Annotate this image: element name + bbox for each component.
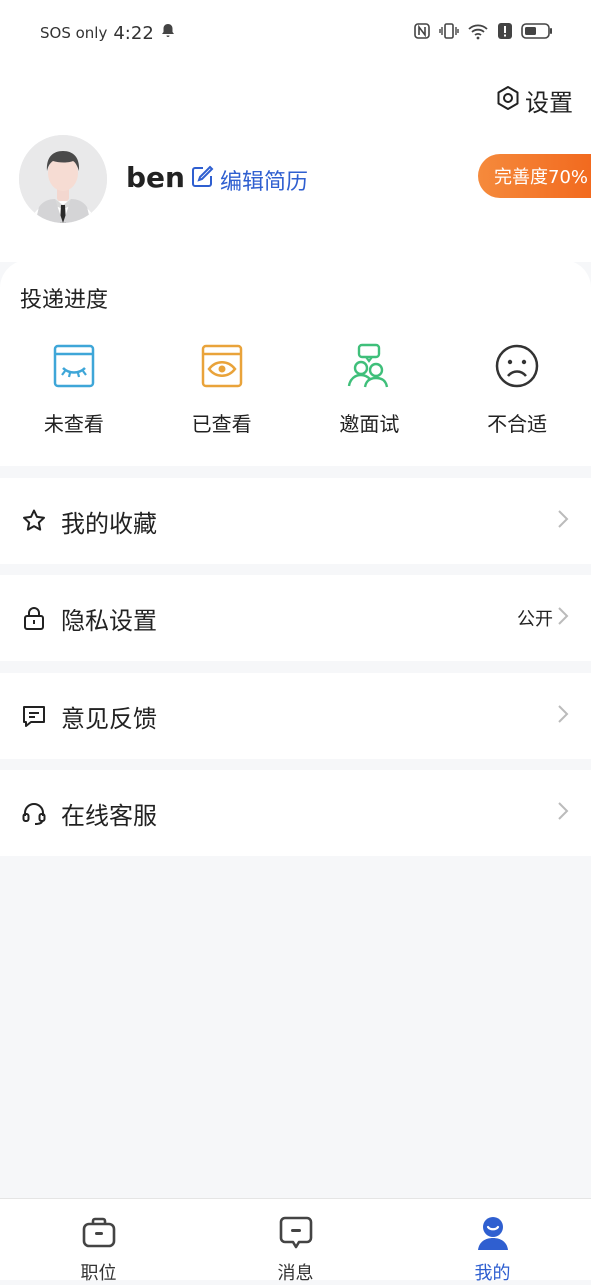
progress-label-unsuitable: 不合适 <box>487 412 548 436</box>
progress-items: 未查看 已查看 邀面试 不合适 <box>0 342 591 437</box>
settings-button[interactable]: 设置 <box>495 83 573 118</box>
menu-right-feedback <box>557 704 569 729</box>
chat-icon <box>278 1215 314 1255</box>
delivery-progress-card: 投递进度 未查看 已查看 邀面试 不合适 <box>0 260 591 466</box>
progress-item-unviewed[interactable]: 未查看 <box>0 342 148 437</box>
profile-header: 设置 ben 编辑简历 完善度70% <box>0 66 591 262</box>
chevron-right-icon <box>557 509 569 534</box>
status-right <box>413 22 553 44</box>
eye-open-icon <box>198 342 246 394</box>
progress-label-interview: 邀面试 <box>339 412 400 436</box>
completeness-badge[interactable]: 完善度70% <box>478 154 591 198</box>
menu-label-favorites: 我的收藏 <box>61 509 157 538</box>
headset-icon <box>20 799 48 827</box>
nav-item-profile[interactable]: 我的 <box>394 1199 591 1284</box>
avatar[interactable] <box>19 135 107 223</box>
menu-right-support <box>557 801 569 826</box>
nav-label-messages: 消息 <box>277 1263 314 1284</box>
menu-right-privacy: 公开 <box>517 605 569 631</box>
edit-resume-label: 编辑简历 <box>220 170 309 195</box>
menu-row-privacy[interactable]: 隐私设置 公开 <box>0 575 591 661</box>
carrier-text: SOS only <box>40 24 108 42</box>
privacy-value: 公开 <box>517 609 553 630</box>
bottom-nav: 职位 消息 我的 <box>0 1198 591 1284</box>
edit-icon <box>190 165 214 195</box>
nfc-icon <box>413 22 431 44</box>
lock-icon <box>20 604 48 632</box>
menu-label-privacy: 隐私设置 <box>61 606 157 635</box>
eye-closed-icon <box>50 342 98 394</box>
menu-label-feedback: 意见反馈 <box>61 704 157 733</box>
nav-label-profile: 我的 <box>474 1263 511 1284</box>
progress-item-unsuitable[interactable]: 不合适 <box>443 342 591 437</box>
menu-row-favorites[interactable]: 我的收藏 <box>0 478 591 564</box>
nav-item-jobs[interactable]: 职位 <box>0 1199 197 1284</box>
battery-icon <box>521 22 553 44</box>
menu-row-support[interactable]: 在线客服 <box>0 770 591 856</box>
nav-item-messages[interactable]: 消息 <box>197 1199 394 1284</box>
progress-item-viewed[interactable]: 已查看 <box>148 342 296 437</box>
status-left: SOS only 4:22 <box>40 23 176 44</box>
chevron-right-icon <box>557 801 569 826</box>
wifi-icon <box>467 22 489 44</box>
progress-label-unviewed: 未查看 <box>43 412 104 436</box>
star-icon <box>20 507 48 535</box>
progress-title: 投递进度 <box>20 288 109 313</box>
message-icon <box>20 702 48 730</box>
chevron-right-icon <box>557 606 569 631</box>
completeness-label: 完善度70% <box>494 167 589 188</box>
interview-icon <box>345 342 393 394</box>
bell-icon <box>160 23 176 43</box>
status-bar: SOS only 4:22 <box>0 0 591 66</box>
username: ben <box>126 161 185 194</box>
edit-resume-button[interactable]: 编辑简历 <box>190 164 308 196</box>
profile-icon <box>475 1215 511 1255</box>
menu-label-support: 在线客服 <box>61 801 157 830</box>
gear-icon <box>495 85 521 117</box>
vibrate-icon <box>439 22 459 44</box>
settings-label: 设置 <box>525 89 573 117</box>
clock: 4:22 <box>113 22 154 44</box>
nav-label-jobs: 职位 <box>80 1263 117 1284</box>
sad-face-icon <box>493 342 541 394</box>
alert-icon <box>497 22 513 44</box>
progress-label-viewed: 已查看 <box>191 412 252 436</box>
menu-row-feedback[interactable]: 意见反馈 <box>0 673 591 759</box>
chevron-right-icon <box>557 704 569 729</box>
menu-right-favorites <box>557 509 569 534</box>
briefcase-icon <box>81 1215 117 1255</box>
progress-item-interview[interactable]: 邀面试 <box>296 342 444 437</box>
